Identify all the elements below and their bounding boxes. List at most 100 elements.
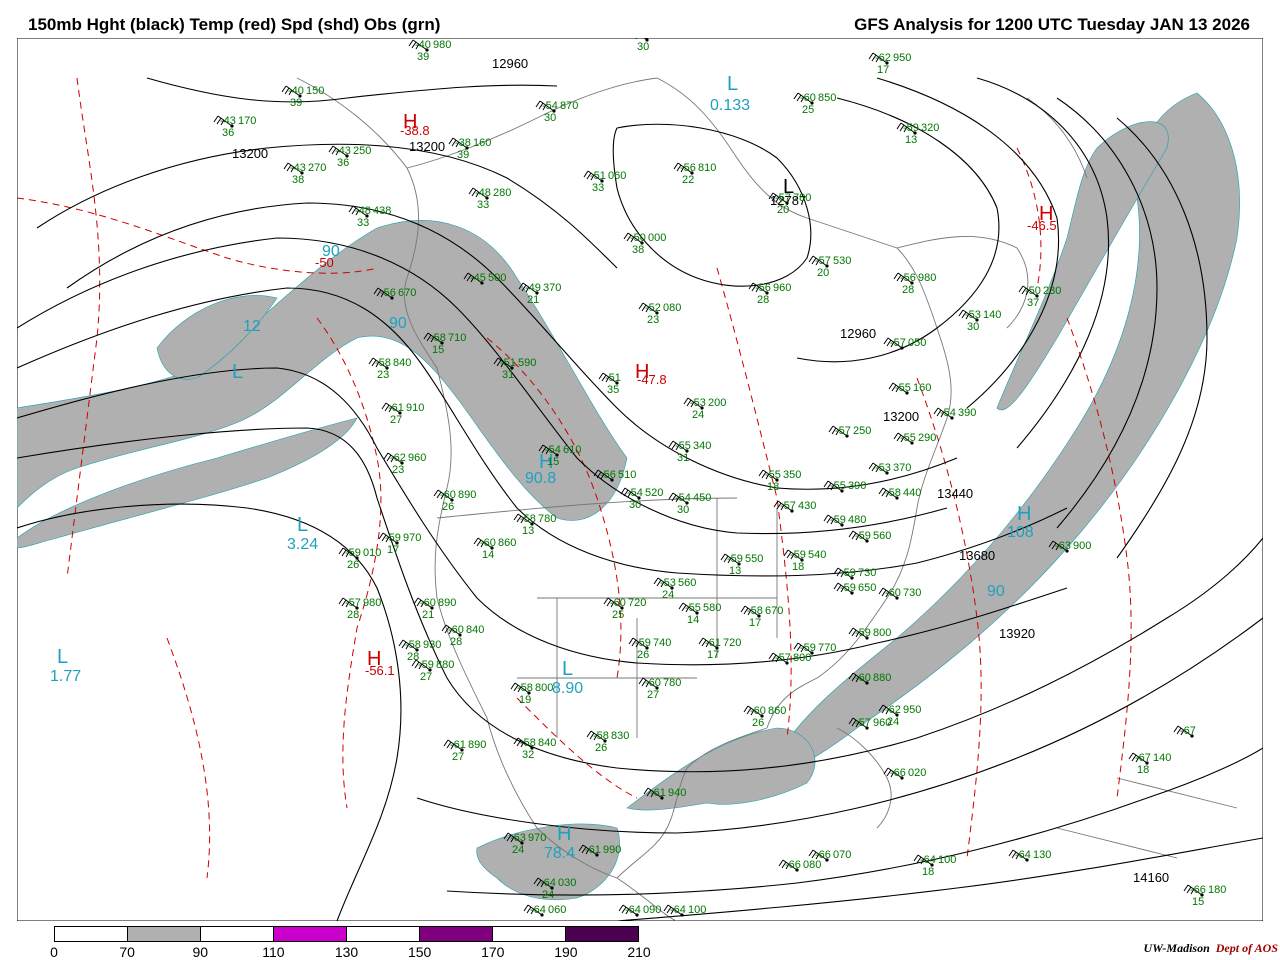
speed-label: 90 [389, 315, 407, 332]
station-dewpoint: 20 [817, 267, 829, 279]
station-dewpoint: 13 [522, 525, 534, 537]
station-temp: -43 [335, 145, 351, 157]
low-center: L [562, 658, 573, 680]
station-temp: -66 [1190, 884, 1206, 896]
colorbar-tick: 130 [334, 944, 359, 960]
station-temp: -58 [520, 513, 536, 525]
colorbar-segment [420, 927, 493, 941]
station-dewpoint: 31 [502, 369, 514, 381]
station-height: 200 [708, 397, 726, 409]
station-height: 840 [466, 624, 484, 636]
station-dewpoint: 30 [637, 41, 649, 53]
station-dewpoint: 26 [752, 717, 764, 729]
station-temp: -54 [545, 444, 561, 456]
station-temp: -45 [470, 272, 486, 284]
high-center: H [403, 111, 417, 133]
station-height: 560 [678, 577, 696, 589]
station-temp: -61 [705, 637, 721, 649]
station-dewpoint: 21 [527, 294, 539, 306]
station-temp: -38 [455, 137, 471, 149]
station-dewpoint: 37 [1027, 297, 1039, 309]
colorbar-labels: 0 70 90 110 130 150 170 190 210 [50, 944, 651, 960]
station-dewpoint: 26 [347, 559, 359, 571]
station-temp: -57 [775, 192, 791, 204]
station-dewpoint: 38 [632, 244, 644, 256]
station-height: 290 [918, 432, 936, 444]
station-temp: -50 [1025, 285, 1041, 297]
station-dewpoint: 35 [607, 384, 619, 396]
station-height: 670 [765, 605, 783, 617]
station-temp: -48 [475, 187, 491, 199]
station-height: 080 [663, 302, 681, 314]
station-height: 090 [643, 904, 661, 916]
station-temp: -64 [1015, 849, 1031, 861]
station-plot: -54 390 [933, 407, 976, 420]
station-temp: -63 [510, 832, 526, 844]
station-temp: -59 [385, 532, 401, 544]
station-temp: -53 [690, 397, 706, 409]
station-height: 770 [818, 642, 836, 654]
station-temp: -60 [855, 672, 871, 684]
station-dewpoint: 18 [922, 866, 934, 878]
speed-label: 108 [1007, 524, 1034, 541]
station-dewpoint: 30 [967, 321, 979, 333]
station-temp: -66 [815, 849, 831, 861]
station-height: 050 [908, 337, 926, 349]
high-center: H [1017, 503, 1031, 525]
station-temp: -59 [635, 637, 651, 649]
colorbar-segment [55, 927, 128, 941]
height-label: 13200 [409, 139, 445, 154]
station-dewpoint: 36 [337, 157, 349, 169]
station-temp: -64 [670, 904, 686, 916]
station-height: 720 [628, 597, 646, 609]
station-temp: -43 [220, 115, 236, 127]
colorbar-segment [347, 927, 420, 941]
station-height: 060 [548, 904, 566, 916]
station-height: 980 [433, 39, 451, 51]
credit-dept: Dept of AOS [1215, 941, 1278, 955]
station-dewpoint: 24 [662, 589, 674, 601]
station-temp: -55 [765, 469, 781, 481]
height-label: 12960 [840, 326, 876, 341]
station-height: 650 [858, 582, 876, 594]
station-temp: -64 [625, 904, 641, 916]
station-height: 150 [306, 85, 324, 97]
station-height: 800 [535, 682, 553, 694]
station-height: 010 [363, 547, 381, 559]
station-dewpoint: 26 [442, 501, 454, 513]
station-height: 780 [663, 677, 681, 689]
speed-label: 78.4 [544, 845, 575, 862]
height-label: 13440 [937, 486, 973, 501]
speed-label: 90 [322, 243, 340, 260]
station-height: 100 [688, 904, 706, 916]
station-height: 560 [873, 530, 891, 542]
station-temp: -55 [900, 432, 916, 444]
station-height: 800 [873, 627, 891, 639]
station-plot: -59 730 [833, 567, 876, 580]
station-dewpoint: 28 [757, 294, 769, 306]
station-height: 900 [1073, 540, 1091, 552]
station-dewpoint: 25 [802, 104, 814, 116]
station-height: 390 [848, 480, 866, 492]
station-temp: -60 [800, 92, 816, 104]
map-canvas: 12960 13200 13200 12960 13200 13440 1368… [17, 38, 1263, 921]
station-temp: -63 [1055, 540, 1071, 552]
station-dewpoint: 28 [347, 609, 359, 621]
colorbar-tick: 110 [262, 944, 285, 960]
station-plot: -55 160 [888, 382, 931, 395]
station-plot: -53 370 [868, 462, 911, 475]
station-height: 950 [903, 704, 921, 716]
station-temp: -48 [355, 205, 371, 217]
station-height: 180 [1208, 884, 1226, 896]
station-height: 160 [913, 382, 931, 394]
colorbar-segment [128, 927, 201, 941]
station-height: 100 [938, 854, 956, 866]
station-temp: -58 [405, 639, 421, 651]
station-temp: -56 [900, 272, 916, 284]
station-dewpoint: 27 [420, 671, 432, 683]
station-temp: -55 [895, 382, 911, 394]
station-dewpoint: 28 [902, 284, 914, 296]
station-dewpoint: 30 [629, 499, 641, 511]
station-dewpoint: 18 [767, 481, 779, 493]
speed-label: 1.77 [50, 668, 81, 685]
